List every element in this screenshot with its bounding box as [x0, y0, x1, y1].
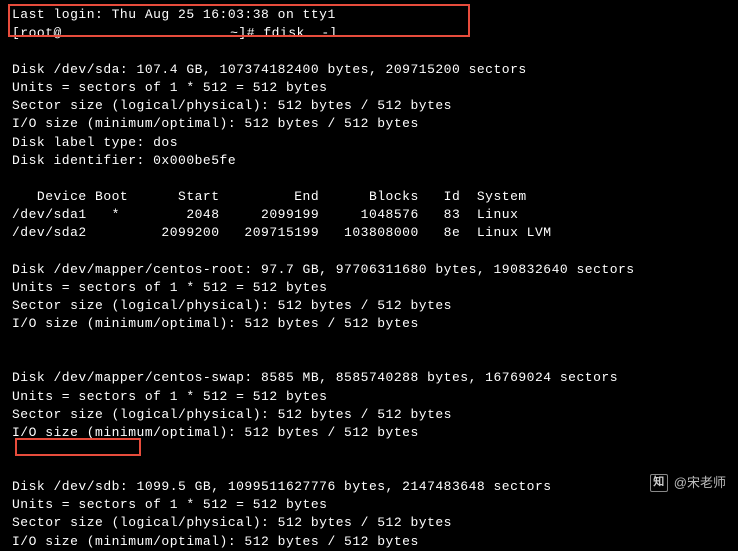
- disk-swap-io: I/O size (minimum/optimal): 512 bytes / …: [12, 424, 726, 442]
- blank-line: [12, 460, 726, 478]
- blank-line: [12, 442, 726, 460]
- disk-sdb-header: Disk /dev/sdb: 1099.5 GB, 1099511627776 …: [12, 478, 726, 496]
- disk-root-header: Disk /dev/mapper/centos-root: 97.7 GB, 9…: [12, 261, 726, 279]
- disk-sdb-suffix: 1099.5 GB, 1099511627776 bytes, 21474836…: [128, 479, 551, 494]
- zhihu-icon: 知: [650, 474, 668, 492]
- disk-sdb-prefix: Disk /dev/sdb:: [12, 479, 128, 494]
- partition-header: Device Boot Start End Blocks Id System: [12, 188, 726, 206]
- disk-sda-label: Disk label type: dos: [12, 134, 726, 152]
- blank-line: [12, 351, 726, 369]
- last-login-line: Last login: Thu Aug 25 16:03:38 on tty1: [12, 6, 726, 24]
- disk-sdb-sector: Sector size (logical/physical): 512 byte…: [12, 514, 726, 532]
- disk-swap-sector: Sector size (logical/physical): 512 byte…: [12, 406, 726, 424]
- watermark: 知 @宋老师: [650, 474, 726, 492]
- disk-root-units: Units = sectors of 1 * 512 = 512 bytes: [12, 279, 726, 297]
- hostname-redacted: [62, 24, 222, 42]
- disk-sda-units: Units = sectors of 1 * 512 = 512 bytes: [12, 79, 726, 97]
- blank-line: [12, 333, 726, 351]
- disk-sdb-io: I/O size (minimum/optimal): 512 bytes / …: [12, 533, 726, 551]
- disk-sda-sector: Sector size (logical/physical): 512 byte…: [12, 97, 726, 115]
- shell-prompt-line[interactable]: [root@ ~]# fdisk -l: [12, 24, 726, 43]
- disk-sdb-units: Units = sectors of 1 * 512 = 512 bytes: [12, 496, 726, 514]
- disk-swap-header: Disk /dev/mapper/centos-swap: 8585 MB, 8…: [12, 369, 726, 387]
- prompt-command: ~]# fdisk -l: [222, 26, 338, 41]
- partition-row-sda1: /dev/sda1 * 2048 2099199 1048576 83 Linu…: [12, 206, 726, 224]
- disk-sda-identifier: Disk identifier: 0x000be5fe: [12, 152, 726, 170]
- disk-sda-io: I/O size (minimum/optimal): 512 bytes / …: [12, 115, 726, 133]
- partition-row-sda2: /dev/sda2 2099200 209715199 103808000 8e…: [12, 224, 726, 242]
- watermark-author: @宋老师: [674, 474, 726, 492]
- disk-root-io: I/O size (minimum/optimal): 512 bytes / …: [12, 315, 726, 333]
- blank-line: [12, 170, 726, 188]
- disk-root-sector: Sector size (logical/physical): 512 byte…: [12, 297, 726, 315]
- disk-sda-header: Disk /dev/sda: 107.4 GB, 107374182400 by…: [12, 61, 726, 79]
- blank-line: [12, 243, 726, 261]
- disk-swap-units: Units = sectors of 1 * 512 = 512 bytes: [12, 388, 726, 406]
- prompt-prefix: [root@: [12, 26, 62, 41]
- blank-line: [12, 43, 726, 61]
